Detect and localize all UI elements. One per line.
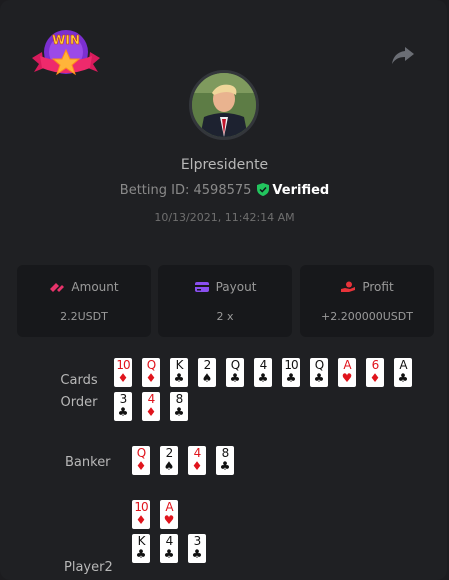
share-icon[interactable]: [391, 45, 415, 65]
playing-card: 4 ♦: [142, 392, 160, 421]
card-rank: 2: [165, 446, 174, 460]
card-rank: 3: [193, 534, 202, 548]
card-suit: ♠: [201, 371, 213, 385]
playing-card: 3 ♣: [188, 534, 206, 563]
playing-card: K ♣: [132, 534, 150, 563]
card-suit: ♣: [135, 547, 147, 561]
playing-card: 10 ♦: [114, 358, 132, 387]
betting-id-row: Betting ID: 4598575 Verified: [0, 183, 449, 198]
profit-value: +2.200000USDT: [321, 310, 413, 323]
playing-card: Q ♣: [310, 358, 328, 387]
card-rank: 2: [203, 358, 212, 372]
card-rank: 3: [119, 392, 128, 406]
playing-card: Q ♣: [226, 358, 244, 387]
card-suit: ♣: [229, 371, 241, 385]
card-rank: Q: [314, 358, 324, 372]
player-label: Player2: [64, 560, 113, 575]
playing-card: Q ♦: [142, 358, 160, 387]
amount-card: Amount 2.2USDT: [17, 265, 151, 337]
card-suit: ♠: [163, 459, 175, 473]
playing-card: A ♥: [160, 500, 178, 529]
card-suit: ♦: [145, 371, 157, 385]
card-suit: ♣: [285, 371, 297, 385]
card-rank: A: [165, 500, 173, 514]
coins-icon: [50, 283, 65, 292]
win-badge-text: WIN: [52, 33, 80, 47]
playing-card: 4 ♦: [188, 446, 206, 475]
card-rank: 4: [193, 446, 202, 460]
card-suit: ♥: [341, 371, 353, 385]
card-suit: ♣: [219, 459, 231, 473]
playing-card: 6 ♦: [366, 358, 384, 387]
playing-card: 8 ♣: [216, 446, 234, 475]
card-rank: 10: [116, 358, 130, 372]
username: Elpresidente: [180, 157, 269, 173]
card-rank: 4: [147, 392, 156, 406]
card-suit: ♣: [313, 371, 325, 385]
card-suit: ♦: [191, 459, 203, 473]
payout-card: Payout 2 x: [158, 265, 292, 337]
user-avatar: [189, 70, 259, 140]
card-rank: 10: [134, 500, 148, 514]
card-rank: A: [343, 358, 351, 372]
card-suit: ♦: [145, 405, 157, 419]
card-rank: 6: [371, 358, 380, 372]
card-suit: ♣: [191, 547, 203, 561]
card-suit: ♣: [163, 547, 175, 561]
banker-label: Banker: [65, 455, 111, 470]
card-rank: Q: [230, 358, 240, 372]
card-rank: Q: [136, 446, 146, 460]
playing-card: 10 ♣: [282, 358, 300, 387]
playing-card: Q ♦: [132, 446, 150, 475]
bet-timestamp: 10/13/2021, 11:42:14 AM: [154, 211, 295, 224]
card-rank: 8: [175, 392, 184, 406]
playing-card: 2 ♠: [160, 446, 178, 475]
profit-card: Profit +2.200000USDT: [300, 265, 434, 337]
card-suit: ♣: [117, 405, 129, 419]
card-suit: ♣: [173, 371, 185, 385]
card-suit: ♣: [173, 405, 185, 419]
card-rank: K: [175, 358, 184, 372]
card-rank: 4: [165, 534, 174, 548]
verified-label: Verified: [272, 183, 330, 198]
card-rank: 8: [221, 446, 230, 460]
card-suit: ♦: [369, 371, 381, 385]
card-suit: ♥: [163, 513, 175, 527]
cards-order-label: Cards Order: [60, 373, 98, 410]
payout-value: 2 x: [216, 310, 234, 323]
betting-id: Betting ID: 4598575: [119, 183, 252, 198]
hand-coin-icon: [341, 281, 356, 292]
verified-shield-icon: [257, 183, 270, 196]
card-rank: 10: [284, 358, 298, 372]
playing-card: 2 ♠: [198, 358, 216, 387]
playing-card: K ♣: [170, 358, 188, 387]
card-suit: ♦: [135, 513, 147, 527]
card-rank: A: [399, 358, 407, 372]
playing-card: 10 ♦: [132, 500, 150, 529]
amount-title: Amount: [71, 280, 119, 294]
credit-card-icon: [194, 282, 209, 292]
amount-value: 2.2USDT: [60, 310, 108, 323]
playing-card: 8 ♣: [170, 392, 188, 421]
bet-details-panel: WIN Elpresidente Betting ID: 4598575 Ver…: [0, 0, 447, 580]
card-rank: 4: [259, 358, 268, 372]
avatar-image: [192, 73, 256, 137]
profit-title: Profit: [362, 280, 394, 294]
payout-title: Payout: [215, 280, 257, 294]
playing-card: A ♣: [394, 358, 412, 387]
card-suit: ♣: [397, 371, 409, 385]
playing-card: 4 ♣: [160, 534, 178, 563]
card-suit: ♦: [135, 459, 147, 473]
card-suit: ♦: [117, 371, 129, 385]
card-rank: Q: [146, 358, 156, 372]
playing-card: 4 ♣: [254, 358, 272, 387]
card-suit: ♣: [257, 371, 269, 385]
win-badge-icon: WIN: [32, 30, 100, 76]
playing-card: A ♥: [338, 358, 356, 387]
playing-card: 3 ♣: [114, 392, 132, 421]
card-rank: K: [137, 534, 146, 548]
